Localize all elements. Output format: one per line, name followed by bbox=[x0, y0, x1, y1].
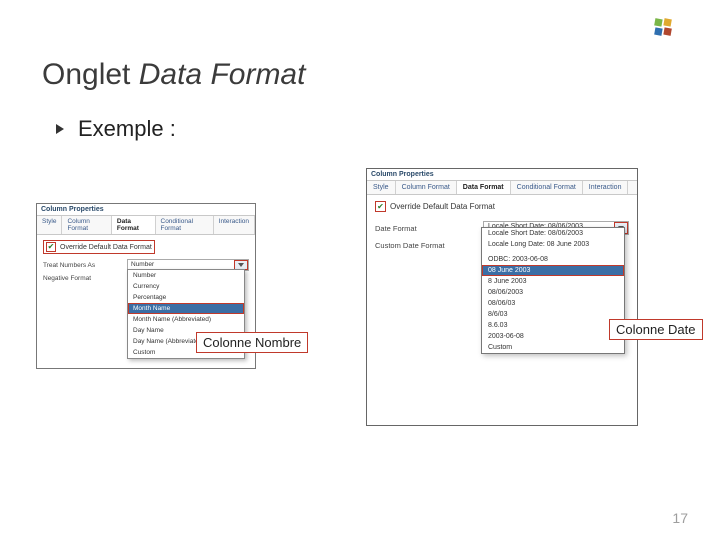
tab-interaction[interactable]: Interaction bbox=[214, 216, 255, 234]
override-label: Override Default Data Format bbox=[60, 244, 152, 251]
option-8-june-2003[interactable]: 8 June 2003 bbox=[482, 276, 624, 287]
tab-interaction[interactable]: Interaction bbox=[583, 181, 629, 194]
date-format-label: Date Format bbox=[375, 224, 477, 233]
tab-conditional-format[interactable]: Conditional Format bbox=[511, 181, 583, 194]
override-checkbox[interactable]: ✔ bbox=[46, 242, 56, 252]
page-number: 17 bbox=[672, 510, 688, 526]
logo-icon bbox=[652, 16, 674, 38]
tab-style[interactable]: Style bbox=[367, 181, 396, 194]
negative-format-label: Negative Format bbox=[43, 275, 121, 282]
date-format-dropdown: Locale Short Date: 08/06/2003 Locale Lon… bbox=[481, 227, 625, 354]
option-number[interactable]: Number bbox=[128, 270, 244, 281]
tab-data-format[interactable]: Data Format bbox=[457, 181, 511, 194]
bullet-item: Exemple : bbox=[56, 116, 176, 142]
tab-bar: Style Column Format Data Format Conditio… bbox=[367, 180, 637, 195]
override-highlight: ✔ Override Default Data Format bbox=[43, 240, 155, 254]
dialog-title: Column Properties bbox=[37, 204, 255, 215]
dialog-title: Column Properties bbox=[367, 169, 637, 180]
option-month-name-abbr[interactable]: Month Name (Abbreviated) bbox=[128, 314, 244, 325]
title-plain: Onglet bbox=[42, 58, 139, 91]
option-8-6-03-dots[interactable]: 8.6.03 bbox=[482, 320, 624, 331]
tab-column-format[interactable]: Column Format bbox=[62, 216, 111, 234]
override-label: Override Default Data Format bbox=[390, 202, 495, 211]
option-08-06-2003[interactable]: 08/06/2003 bbox=[482, 287, 624, 298]
option-08-june-2003[interactable]: 08 June 2003 bbox=[482, 265, 624, 276]
title-italic: Data Format bbox=[139, 58, 306, 91]
tab-data-format[interactable]: Data Format bbox=[112, 216, 156, 234]
treat-numbers-value: Number bbox=[131, 261, 154, 268]
option-locale-short[interactable]: Locale Short Date: 08/06/2003 bbox=[482, 228, 624, 239]
callout-colonne-date: Colonne Date bbox=[609, 319, 703, 340]
option-2003-06-08[interactable]: 2003-06-08 bbox=[482, 331, 624, 342]
callout-colonne-nombre: Colonne Nombre bbox=[196, 332, 308, 353]
tab-conditional-format[interactable]: Conditional Format bbox=[156, 216, 214, 234]
option-custom[interactable]: Custom bbox=[482, 342, 624, 353]
slide-title: Onglet Data Format bbox=[42, 58, 305, 92]
tab-column-format[interactable]: Column Format bbox=[396, 181, 457, 194]
option-odbc[interactable]: ODBC: 2003-06-08 bbox=[482, 254, 624, 265]
dialog-column-properties-right: Column Properties Style Column Format Da… bbox=[366, 168, 638, 426]
tab-style[interactable]: Style bbox=[37, 216, 62, 234]
option-locale-long[interactable]: Locale Long Date: 08 June 2003 bbox=[482, 239, 624, 250]
bullet-icon bbox=[56, 124, 64, 134]
option-08-06-03[interactable]: 08/06/03 bbox=[482, 298, 624, 309]
treat-numbers-label: Treat Numbers As bbox=[43, 262, 121, 269]
override-checkbox[interactable]: ✔ bbox=[375, 201, 386, 212]
tab-bar: Style Column Format Data Format Conditio… bbox=[37, 215, 255, 235]
option-percentage[interactable]: Percentage bbox=[128, 292, 244, 303]
custom-date-format-label: Custom Date Format bbox=[375, 241, 477, 250]
option-currency[interactable]: Currency bbox=[128, 281, 244, 292]
option-month-name[interactable]: Month Name bbox=[128, 303, 244, 314]
bullet-text: Exemple : bbox=[78, 116, 176, 142]
option-8-6-03[interactable]: 8/6/03 bbox=[482, 309, 624, 320]
